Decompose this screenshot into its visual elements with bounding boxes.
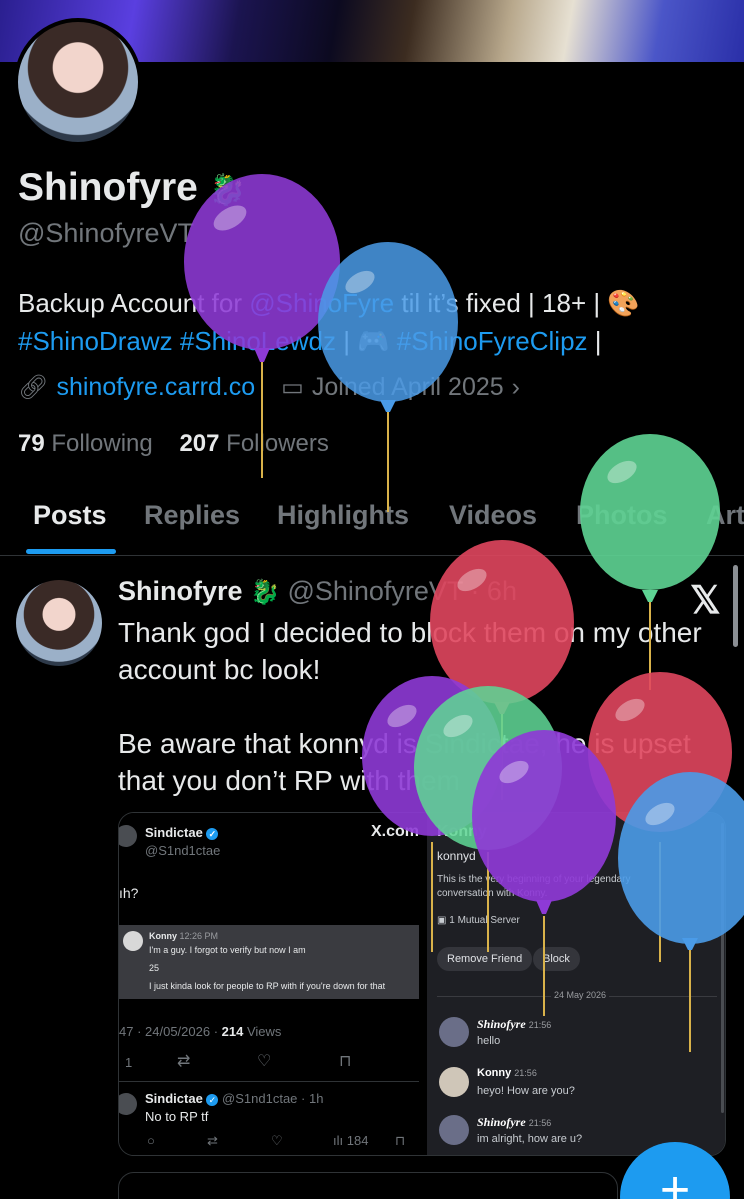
link-icon: 🔗︎ — [18, 374, 49, 401]
dm-intro: This is the very beginning of your legen… — [437, 874, 631, 899]
bookmark-icon: ⊓ — [395, 1133, 406, 1148]
calendar-icon: ▭ — [281, 374, 304, 401]
dm-name: Konny 12:26 PM — [149, 931, 219, 941]
divider — [119, 1081, 419, 1082]
scrollbar — [721, 823, 724, 1113]
message-text: heyo! How are you? — [477, 1085, 575, 1097]
active-tab-indicator — [26, 549, 116, 554]
chevron-right-icon[interactable]: › — [512, 373, 520, 402]
tab-art[interactable]: Art — [706, 490, 744, 541]
dragon-emoji-icon: 🐉 — [250, 579, 280, 606]
bio-hashtags-link[interactable]: #ShinoDrawz #ShinoLewdz — [18, 326, 336, 356]
avatar — [123, 931, 143, 951]
profile-handle: @ShinofyreVT — [18, 218, 194, 248]
joined-date: Joined April 2025 — [311, 373, 504, 401]
verified-icon: ✓ — [206, 1093, 219, 1106]
dm-screenshot-box: Konny 12:26 PM I'm a guy. I forgot to ve… — [119, 925, 419, 999]
message-author: Shinofyre 21:56 — [477, 1115, 552, 1129]
server-icon: ▣ — [437, 915, 447, 926]
avatar — [439, 1115, 469, 1145]
media-snippet: ıh? — [119, 885, 139, 901]
remove-friend-button: Remove Friend — [437, 947, 533, 971]
dm-line: I just kinda look for people to RP with … — [149, 981, 386, 991]
media-name: Sindictae ✓ — [145, 825, 219, 840]
media-reply-text: No to RP tf — [145, 1109, 209, 1124]
dm-username: konnyd — [437, 849, 476, 863]
profile-bio: Backup Account for @ShinoFyre til it’s f… — [18, 288, 640, 356]
tab-posts[interactable]: Posts — [33, 490, 107, 541]
media-date-views: 47 · 24/05/2026 · 214 Views — [119, 1024, 282, 1039]
media-reply-header: Sindictae ✓ @S1nd1ctae · 1h — [145, 1091, 324, 1106]
message-date: 24 May 2026 — [551, 990, 610, 1000]
tab-highlights[interactable]: Highlights — [277, 490, 409, 541]
dm-line: I'm a guy. I forgot to verify but now I … — [149, 945, 306, 955]
verified-icon: ✓ — [206, 827, 219, 840]
profile-tabs: Posts Replies Highlights Videos Photos A… — [0, 490, 744, 556]
like-icon: ♡ — [271, 1133, 283, 1148]
dm-title: Konny — [437, 823, 487, 840]
website-link[interactable]: shinofyre.carrd.co — [56, 373, 255, 402]
message-text: hello — [477, 1035, 501, 1047]
avatar — [439, 1067, 469, 1097]
avatar — [119, 825, 137, 847]
like-icon: ♡ — [257, 1053, 272, 1070]
post-author-name[interactable]: Shinofyre — [118, 576, 243, 606]
retweet-icon: ⇄ — [177, 1053, 191, 1070]
media-reply-count: 1 — [125, 1055, 133, 1070]
tab-replies[interactable]: Replies — [144, 490, 240, 541]
post-header: Shinofyre 🐉 @ShinofyreVT · 6h — [118, 576, 517, 607]
message-author: Shinofyre 21:56 — [477, 1017, 552, 1031]
followers-link[interactable]: 207 Followers — [179, 430, 328, 457]
profile-avatar[interactable] — [14, 18, 142, 146]
bookmark-icon: ⊓ — [339, 1053, 352, 1070]
tab-photos[interactable]: Photos — [576, 490, 668, 541]
follow-stats: 79 Following 207 Followers — [18, 430, 329, 458]
media-left-screenshot: Sindictae ✓ @S1nd1ctae ıh? Konny 12:26 P… — [119, 813, 427, 1155]
dragon-emoji-icon: 🐉 — [208, 174, 247, 207]
tab-videos[interactable]: Videos — [449, 490, 537, 541]
block-button: Block — [533, 947, 580, 971]
media-handle: @S1nd1ctae — [145, 843, 221, 858]
x-watermark: X.com — [371, 823, 420, 840]
retweet-icon: ⇄ — [207, 1133, 218, 1148]
post-media-image[interactable]: Sindictae ✓ @S1nd1ctae ıh? Konny 12:26 P… — [118, 812, 726, 1156]
following-link[interactable]: 79 Following — [18, 430, 153, 457]
post-text: Thank god I decided to block them on my … — [118, 617, 702, 796]
message-text: im alright, how are u? — [477, 1133, 583, 1145]
bio-mention-link[interactable]: @ShinoFyre — [249, 288, 394, 318]
mutual-server: ▣ 1 Mutual Server — [437, 915, 520, 926]
post-avatar[interactable] — [16, 580, 102, 666]
next-post-preview[interactable] — [118, 1172, 618, 1199]
avatar — [439, 1017, 469, 1047]
profile-name: Shinofyre 🐉 — [18, 166, 247, 209]
message-author: Konny 21:56 — [477, 1067, 537, 1079]
profile-meta: 🔗︎ shinofyre.carrd.co ▭ Joined April 202… — [18, 373, 520, 402]
views-count: ılı 184 — [333, 1133, 369, 1148]
reply-icon: ○ — [147, 1133, 155, 1148]
dm-line: 25 — [149, 963, 160, 973]
media-right-discord-screenshot: Konny konnyd This is the very beginning … — [427, 813, 725, 1155]
post-handle-time: @ShinofyreVT · 6h — [287, 576, 517, 606]
scrollbar[interactable] — [733, 565, 738, 647]
avatar — [119, 1093, 137, 1115]
bio-clipz-hashtag-link[interactable]: #ShinoFyreClipz — [397, 326, 588, 356]
